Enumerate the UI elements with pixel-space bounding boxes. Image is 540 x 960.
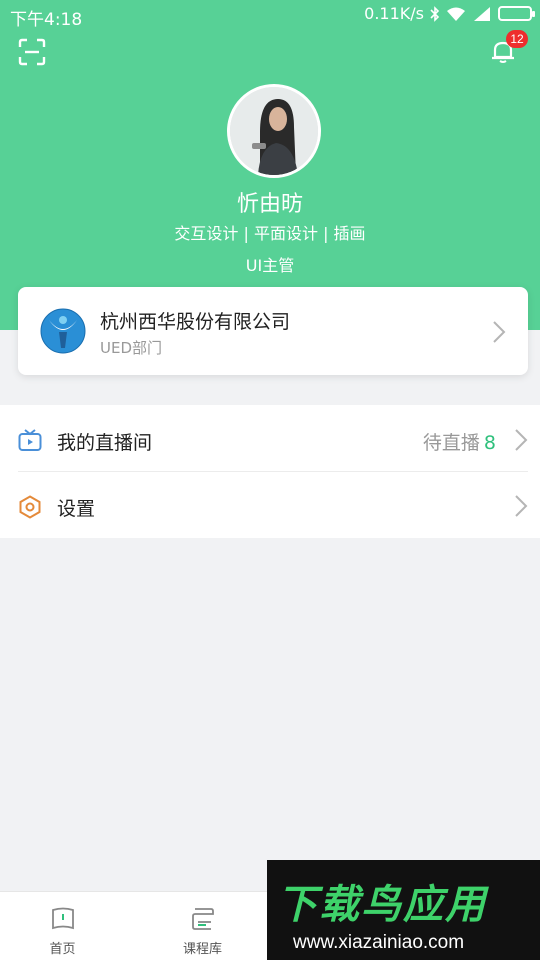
watermark-title: 下载鸟应用 — [277, 882, 487, 928]
company-department: UED部门 — [100, 339, 163, 357]
tv-icon — [18, 429, 42, 451]
bluetooth-icon — [430, 5, 440, 22]
user-role: UI主管 — [245, 256, 295, 275]
menu-list: 我的直播间 待直播 8 设置 — [0, 405, 540, 538]
settings-icon — [19, 495, 41, 519]
menu-label-settings: 设置 — [57, 498, 96, 520]
course-library-icon — [191, 908, 214, 930]
chevron-right-icon — [515, 429, 528, 451]
company-card[interactable]: 杭州西华股份有限公司 UED部门 — [18, 287, 528, 375]
pending-live-count: 8 — [483, 432, 496, 454]
watermark-url: www.xiazainiao.com — [293, 932, 465, 953]
menu-divider — [18, 471, 528, 472]
menu-item-live-room[interactable]: 我的直播间 待直播 8 — [0, 407, 540, 473]
profile-header: 下午4:18 0.11K/s 12 忻由昉 交互设计 | 平面设计 | 插画 U… — [0, 0, 540, 330]
user-name: 忻由昉 — [236, 192, 303, 217]
pending-live-label: 待直播 — [422, 432, 480, 454]
tab-home[interactable]: 首页 — [0, 892, 125, 960]
pending-live-info: 待直播 8 — [423, 428, 496, 455]
avatar-photo — [230, 87, 318, 175]
user-tags: 交互设计 | 平面设计 | 插画 — [174, 224, 366, 243]
network-speed: 0.11K/s — [364, 4, 424, 23]
chevron-right-icon — [493, 321, 506, 343]
status-time: 下午4:18 — [10, 10, 83, 30]
scan-icon[interactable] — [18, 38, 46, 66]
tab-label-home: 首页 — [49, 942, 76, 957]
chevron-right-icon — [515, 495, 528, 517]
avatar[interactable] — [227, 84, 321, 178]
battery-icon — [498, 6, 535, 21]
company-name: 杭州西华股份有限公司 — [100, 311, 291, 333]
home-icon — [51, 907, 74, 930]
signal-icon — [474, 6, 490, 21]
notifications-button[interactable]: 12 — [488, 30, 528, 66]
wifi-icon — [447, 7, 465, 21]
company-logo — [40, 308, 86, 354]
menu-item-settings[interactable]: 设置 — [0, 473, 540, 539]
watermark-overlay: 下载鸟应用 www.xiazainiao.com — [267, 860, 540, 960]
notification-badge: 12 — [506, 30, 528, 48]
status-indicators: 0.11K/s — [364, 4, 535, 23]
tab-course-library[interactable]: 课程库 — [140, 892, 265, 960]
menu-label-live-room: 我的直播间 — [57, 432, 153, 454]
tab-label-course-library: 课程库 — [182, 942, 222, 957]
status-bar: 下午4:18 0.11K/s — [0, 0, 540, 30]
